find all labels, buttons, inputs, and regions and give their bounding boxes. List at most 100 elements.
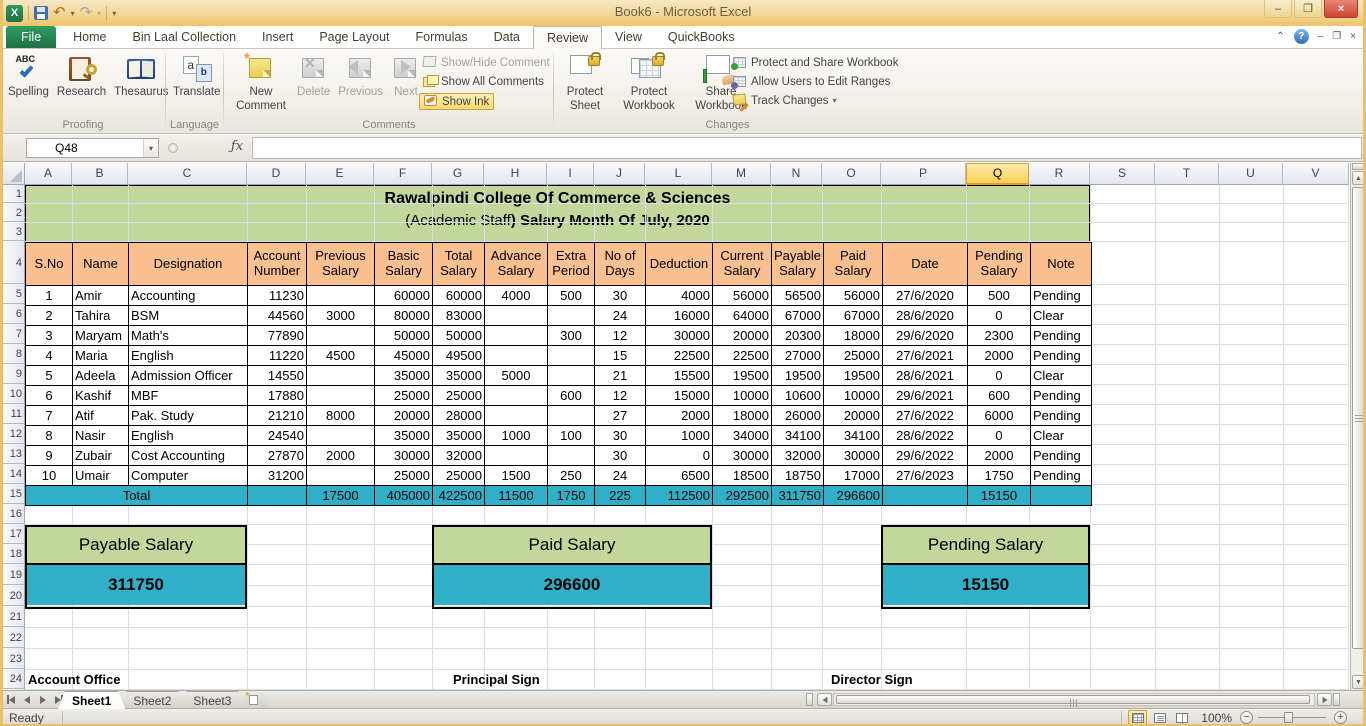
tab-page-layout[interactable]: Page Layout [306, 27, 402, 48]
column-header-B[interactable]: B [72, 163, 128, 185]
column-header-H[interactable]: H [484, 163, 547, 185]
column-header-cell[interactable]: AccountNumber [248, 243, 307, 286]
cell[interactable] [485, 406, 548, 426]
total-cell[interactable]: 112500 [646, 486, 713, 506]
undo-icon[interactable]: ↶ [53, 6, 66, 20]
cell[interactable]: 1000 [646, 426, 713, 446]
row-header-7[interactable]: 7 [3, 325, 25, 344]
previous-comment-button[interactable]: Previous [334, 51, 387, 117]
cell[interactable]: 60000 [375, 286, 433, 306]
cell[interactable]: 35000 [433, 366, 485, 386]
cell[interactable]: Clear [1030, 306, 1091, 326]
column-header-G[interactable]: G [432, 163, 484, 185]
worksheet-grid[interactable]: Rawalpindi College Of Commerce & Science… [25, 185, 1349, 690]
cell[interactable]: 27/6/2023 [882, 466, 967, 486]
cell[interactable] [307, 366, 375, 386]
column-header-S[interactable]: S [1090, 163, 1155, 185]
cell[interactable]: 24 [595, 306, 646, 326]
cell[interactable]: 19500 [713, 366, 772, 386]
column-header-D[interactable]: D [247, 163, 306, 185]
cell[interactable] [548, 446, 595, 466]
formula-bar-grip[interactable] [168, 143, 178, 153]
cell[interactable]: 1 [26, 286, 73, 306]
cell[interactable]: Pending [1030, 406, 1091, 426]
cell[interactable]: 10000 [713, 386, 772, 406]
cell[interactable]: 1500 [485, 466, 548, 486]
column-header-V[interactable]: V [1283, 163, 1349, 185]
row-header-18[interactable]: 18 [3, 545, 25, 564]
cell[interactable]: 21210 [248, 406, 307, 426]
tab-file[interactable]: File [6, 26, 56, 48]
total-cell[interactable]: 292500 [713, 486, 772, 506]
cell[interactable]: Clear [1030, 366, 1091, 386]
cell[interactable]: 3000 [307, 306, 375, 326]
sheet-tab-sheet1[interactable]: Sheet1 [58, 691, 125, 709]
column-header-cell[interactable]: PendingSalary [967, 243, 1030, 286]
cell[interactable]: 30000 [646, 326, 713, 346]
cell[interactable]: 20000 [375, 406, 433, 426]
column-header-cell[interactable]: No ofDays [595, 243, 646, 286]
total-cell[interactable]: 422500 [433, 486, 485, 506]
cell[interactable]: 10600 [772, 386, 824, 406]
total-cell[interactable]: 405000 [375, 486, 433, 506]
column-header-L[interactable]: L [645, 163, 712, 185]
zoom-slider-thumb[interactable] [1284, 712, 1293, 723]
previous-sheet-button[interactable] [20, 693, 33, 706]
cell[interactable] [548, 366, 595, 386]
collapse-ribbon-icon[interactable]: ⌃ [1276, 31, 1284, 42]
cell[interactable]: 11230 [248, 286, 307, 306]
tab-quickbooks[interactable]: QuickBooks [655, 27, 748, 48]
column-header-E[interactable]: E [306, 163, 374, 185]
delete-comment-button[interactable]: × Delete [293, 51, 334, 117]
cell[interactable]: 67000 [772, 306, 824, 326]
total-cell[interactable] [248, 486, 307, 506]
row-header-21[interactable]: 21 [3, 607, 25, 627]
cell[interactable]: 18500 [713, 466, 772, 486]
cell[interactable] [307, 426, 375, 446]
cell[interactable]: BSM [129, 306, 248, 326]
sheet-tab-sheet3[interactable]: Sheet3 [179, 691, 245, 709]
cell[interactable]: 64000 [713, 306, 772, 326]
cell[interactable] [485, 446, 548, 466]
cell[interactable]: 600 [967, 386, 1030, 406]
total-cell[interactable]: 296600 [823, 486, 882, 506]
column-header-O[interactable]: O [822, 163, 881, 185]
workbook-close-icon[interactable]: × [1350, 31, 1356, 42]
cell[interactable]: 34000 [713, 426, 772, 446]
thesaurus-button[interactable]: Thesaurus [110, 51, 172, 117]
cell[interactable]: 25000 [823, 346, 882, 366]
cell[interactable]: 29/6/2021 [882, 386, 967, 406]
row-header-16[interactable]: 16 [3, 505, 25, 524]
cell[interactable]: 45000 [375, 346, 433, 366]
column-header-M[interactable]: M [712, 163, 771, 185]
cell[interactable]: 25000 [433, 386, 485, 406]
cell[interactable] [485, 346, 548, 366]
cell[interactable]: 18000 [713, 406, 772, 426]
cell[interactable]: 2000 [646, 406, 713, 426]
name-box[interactable]: Q48 ▾ [26, 138, 159, 158]
total-label-cell[interactable]: Total [26, 486, 248, 506]
cell[interactable]: 29/6/2020 [882, 326, 967, 346]
cell[interactable]: 10000 [823, 386, 882, 406]
row-header-4[interactable]: 4 [3, 242, 25, 284]
cell[interactable]: 29/6/2022 [882, 446, 967, 466]
row-header-3[interactable]: 3 [3, 223, 25, 241]
new-comment-button[interactable]: * New Comment [229, 51, 293, 117]
column-header-cell[interactable]: CurrentSalary [713, 243, 772, 286]
cell[interactable]: 30 [595, 446, 646, 466]
cell[interactable]: 600 [548, 386, 595, 406]
row-header-11[interactable]: 11 [3, 405, 25, 424]
row-header-23[interactable]: 23 [3, 649, 25, 669]
row-header-17[interactable]: 17 [3, 525, 25, 544]
row-header-6[interactable]: 6 [3, 305, 25, 324]
row-header-2[interactable]: 2 [3, 204, 25, 222]
column-header-cell[interactable]: S.No [26, 243, 73, 286]
excel-logo-icon[interactable]: X [6, 5, 23, 22]
cell[interactable]: 2000 [967, 346, 1030, 366]
cell[interactable]: Amir [73, 286, 129, 306]
cell[interactable]: 100 [548, 426, 595, 446]
cell[interactable]: 0 [967, 426, 1030, 446]
total-cell[interactable]: 1750 [548, 486, 595, 506]
cell[interactable]: 27000 [772, 346, 824, 366]
zoom-out-button[interactable]: − [1240, 711, 1253, 724]
